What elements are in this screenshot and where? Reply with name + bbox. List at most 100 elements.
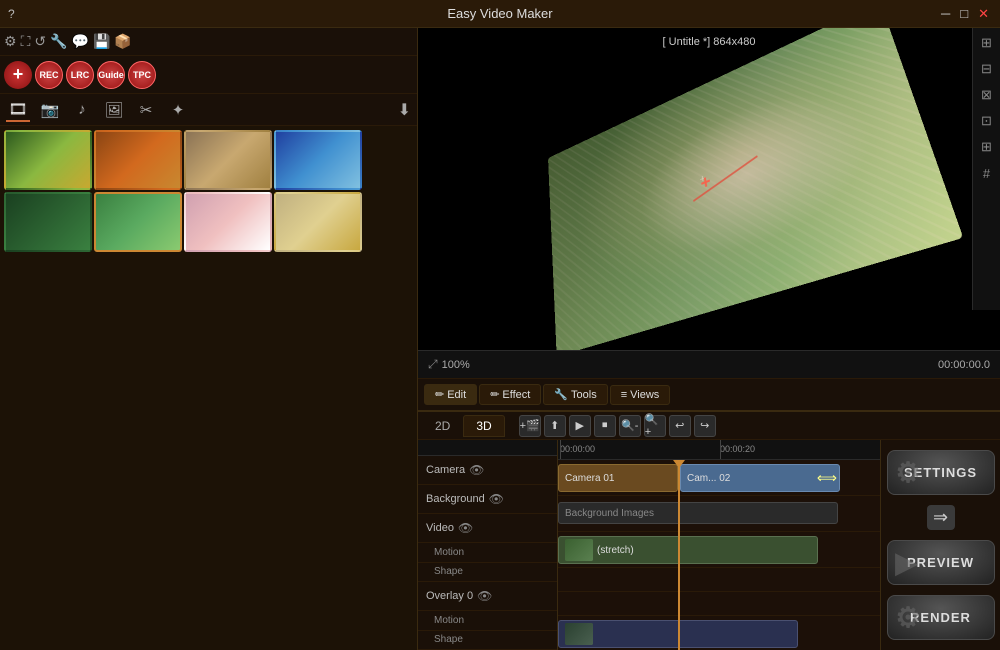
video-eye-icon[interactable]: 👁 bbox=[458, 521, 473, 535]
settings-button[interactable]: ⚙ Settings bbox=[887, 450, 995, 495]
render-button[interactable]: ⚙ Render bbox=[887, 595, 995, 640]
tl-play[interactable]: ▶ bbox=[569, 415, 591, 437]
thumbnail-3[interactable] bbox=[184, 130, 272, 190]
timeline-ruler: 00:00:00 00:00:20 00:00:40 00:01:00 bbox=[558, 440, 880, 460]
tab-2d[interactable]: 2D bbox=[422, 415, 463, 437]
rtool-grid1[interactable]: ⊞ bbox=[976, 32, 998, 54]
top-icon-3[interactable]: ↺ bbox=[34, 33, 46, 50]
views-icon: ≡ bbox=[621, 389, 627, 401]
tl-zoom-in[interactable]: 🔍+ bbox=[644, 415, 666, 437]
media-icon-image[interactable]: 🖼 bbox=[102, 98, 126, 122]
background-block-label: Background Images bbox=[565, 508, 654, 519]
track-label-overlay0: Overlay 0 👁 bbox=[418, 582, 557, 611]
edit-icon: ✏ bbox=[435, 388, 444, 401]
thumbnail-4[interactable] bbox=[274, 130, 362, 190]
crosshair: + bbox=[699, 168, 719, 192]
lrc-button[interactable]: LRC bbox=[66, 61, 94, 89]
tl-stop[interactable]: ⏹ bbox=[594, 415, 616, 437]
top-icon-2[interactable]: ⛶ bbox=[21, 33, 31, 50]
rtool-grid2[interactable]: ⊟ bbox=[976, 58, 998, 80]
overlay0-thumb bbox=[565, 623, 593, 645]
effect-icon: ✏ bbox=[490, 388, 499, 401]
camera-track: Camera 01 Cam... 02 ⟺ bbox=[558, 460, 880, 496]
views-button[interactable]: ≡ Views bbox=[610, 385, 671, 405]
close-button[interactable]: ✕ bbox=[975, 6, 992, 22]
tl-redo[interactable]: ↪ bbox=[694, 415, 716, 437]
top-icon-1[interactable]: ⚙ bbox=[4, 33, 17, 50]
effect-button[interactable]: ✏ Effect bbox=[479, 384, 541, 405]
media-icon-music[interactable]: ♪ bbox=[70, 98, 94, 122]
video-block-label: (stretch) bbox=[597, 545, 634, 556]
app-title-help[interactable]: ? bbox=[8, 7, 15, 21]
shape-label: Shape bbox=[434, 566, 463, 577]
rtool-grid5[interactable]: ⊞ bbox=[976, 136, 998, 158]
tab-3d[interactable]: 3D bbox=[463, 415, 504, 437]
tl-up[interactable]: ⬆ bbox=[544, 415, 566, 437]
thumbnail-grid bbox=[0, 126, 417, 650]
render-gear-icon: ⚙ bbox=[896, 601, 922, 634]
right-side-panel: ⚙ Settings ⇒ ▶ Preview ⚙ Render bbox=[880, 440, 1000, 650]
rtool-grid3[interactable]: ⊠ bbox=[976, 84, 998, 106]
preview-play-icon: ▶ bbox=[896, 546, 919, 579]
titlebar: ? Easy Video Maker ─ □ ✕ bbox=[0, 0, 1000, 28]
timeline-controls: +🎬 ⬆ ▶ ⏹ 🔍- 🔍+ ↩ ↪ bbox=[515, 415, 720, 437]
camera2-block[interactable]: Cam... 02 ⟺ bbox=[680, 464, 840, 492]
video-thumb bbox=[565, 539, 593, 561]
edit-button[interactable]: ✏ Edit bbox=[424, 384, 477, 405]
camera-eye-icon[interactable]: 👁 bbox=[469, 463, 484, 477]
track-label-motion: Motion bbox=[418, 543, 557, 562]
camera2-label: Cam... 02 bbox=[687, 473, 730, 484]
zoom-level: 100% bbox=[442, 359, 470, 371]
main-layout: ⚙ ⛶ ↺ 🔧 💬 💾 📦 + REC LRC Guide TPC 🎞 📷 ♪ … bbox=[0, 28, 1000, 650]
top-icon-6[interactable]: 💾 bbox=[93, 33, 110, 50]
tools-icon: 🔧 bbox=[554, 388, 568, 401]
thumbnail-1[interactable] bbox=[4, 130, 92, 190]
media-icon-trim[interactable]: ✂ bbox=[134, 98, 158, 122]
guide-button[interactable]: Guide bbox=[97, 61, 125, 89]
settings-gear-icon: ⚙ bbox=[896, 456, 922, 489]
rec-button[interactable]: REC bbox=[35, 61, 63, 89]
ruler-mark-0: 00:00:00 bbox=[560, 444, 595, 454]
media-icon-video[interactable]: 🎞 bbox=[6, 98, 30, 122]
timeline-body: Camera 👁 Background 👁 Video 👁 Motion bbox=[418, 440, 1000, 650]
thumbnail-7[interactable] bbox=[184, 192, 272, 252]
thumbnail-8[interactable] bbox=[274, 192, 362, 252]
overlay0-eye-icon[interactable]: 👁 bbox=[477, 589, 492, 603]
tl-add-track[interactable]: +🎬 bbox=[519, 415, 541, 437]
top-icon-row: ⚙ ⛶ ↺ 🔧 💬 💾 📦 bbox=[0, 28, 417, 56]
shape-sub-track bbox=[558, 592, 880, 616]
track-label-shape2: Shape bbox=[418, 631, 557, 650]
timeline-tabs: 2D 3D +🎬 ⬆ ▶ ⏹ 🔍- 🔍+ ↩ ↪ bbox=[418, 412, 1000, 440]
camera-label: Camera bbox=[426, 464, 465, 476]
thumbnail-5[interactable] bbox=[4, 192, 92, 252]
thumbnail-2[interactable] bbox=[94, 130, 182, 190]
top-icon-7[interactable]: 📦 bbox=[114, 33, 131, 50]
preview-button[interactable]: ▶ Preview bbox=[887, 540, 995, 585]
rtool-hash[interactable]: # bbox=[976, 162, 998, 184]
timeline-section: 2D 3D +🎬 ⬆ ▶ ⏹ 🔍- 🔍+ ↩ ↪ bbox=[418, 410, 1000, 650]
tpc-button[interactable]: TPC bbox=[128, 61, 156, 89]
download-icon[interactable]: ⬇ bbox=[398, 100, 411, 120]
background-block[interactable]: Background Images bbox=[558, 502, 838, 524]
tl-undo[interactable]: ↩ bbox=[669, 415, 691, 437]
edit-toolbar: ✏ Edit ✏ Effect 🔧 Tools ≡ Views bbox=[418, 378, 1000, 410]
tl-zoom-out[interactable]: 🔍- bbox=[619, 415, 641, 437]
tools-button[interactable]: 🔧 Tools bbox=[543, 384, 607, 405]
track-label-motion2: Motion bbox=[418, 611, 557, 630]
thumbnail-6[interactable] bbox=[94, 192, 182, 252]
media-icon-photo[interactable]: 📷 bbox=[38, 98, 62, 122]
top-icon-4[interactable]: 🔧 bbox=[50, 33, 67, 50]
minimize-button[interactable]: ─ bbox=[938, 6, 953, 22]
right-panel: [ Untitle *] 864x480 + ⊞ ⊟ ⊠ ⊡ ⊞ # bbox=[418, 28, 1000, 650]
media-icon-star[interactable]: ✦ bbox=[166, 98, 190, 122]
expand-icon[interactable]: ⤢ bbox=[428, 357, 438, 372]
maximize-button[interactable]: □ bbox=[957, 6, 971, 22]
top-icon-5[interactable]: 💬 bbox=[72, 33, 89, 50]
track-label-shape: Shape bbox=[418, 563, 557, 582]
background-eye-icon[interactable]: 👁 bbox=[489, 492, 504, 506]
camera1-block[interactable]: Camera 01 bbox=[558, 464, 678, 492]
add-button[interactable]: + bbox=[4, 61, 32, 89]
playhead[interactable] bbox=[678, 460, 680, 650]
rtool-grid4[interactable]: ⊡ bbox=[976, 110, 998, 132]
video-block[interactable]: (stretch) bbox=[558, 536, 818, 564]
